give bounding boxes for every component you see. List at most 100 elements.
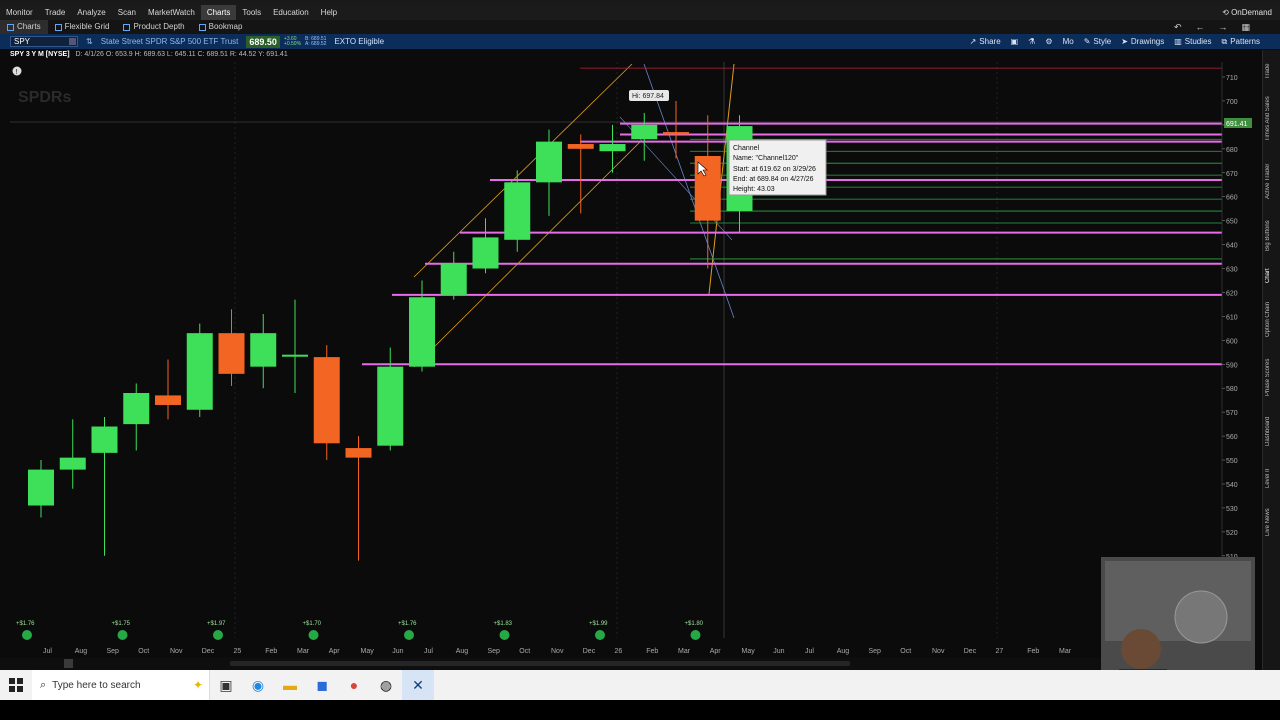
webcam-person-head bbox=[1121, 629, 1161, 669]
side-tab-phase-scores[interactable]: Phase Scores bbox=[1265, 350, 1279, 404]
nav-icons: ↶ ← → ▦ bbox=[1174, 20, 1250, 34]
menu-charts[interactable]: Charts bbox=[200, 5, 237, 20]
x-tick-label: Nov bbox=[551, 648, 564, 655]
candle-body bbox=[536, 141, 562, 183]
side-tab-option-chain[interactable]: Option Chain bbox=[1265, 292, 1279, 346]
depth-icon bbox=[123, 23, 131, 31]
candles bbox=[28, 100, 753, 561]
share-button[interactable]: ↗ Share bbox=[970, 37, 1001, 46]
symbol-ticker: SPY bbox=[14, 37, 31, 46]
dividend-icon bbox=[22, 630, 32, 640]
patterns-button[interactable]: ⧉ Patterns bbox=[1221, 37, 1260, 47]
dividend-icon bbox=[690, 630, 701, 640]
side-tab-dashboard[interactable]: Dashboard bbox=[1265, 408, 1279, 454]
studies-icon: ▥ bbox=[1174, 37, 1182, 46]
bid-ask-block: B: 689.51 A: 689.52 bbox=[305, 36, 326, 47]
menu-scan[interactable]: Scan bbox=[112, 5, 142, 20]
thinkorswim-icon[interactable]: ✕ bbox=[402, 670, 434, 700]
subtab-charts[interactable]: Charts bbox=[0, 20, 48, 34]
forward-icon[interactable]: → bbox=[1218, 22, 1227, 32]
studies-label: Studies bbox=[1184, 37, 1212, 46]
subtab-product-depth[interactable]: Product Depth bbox=[116, 20, 191, 34]
grid-icon bbox=[54, 23, 62, 31]
y-tick-label: 700 bbox=[1226, 99, 1238, 106]
symbol-description: State Street SPDR S&P 500 ETF Trust bbox=[100, 37, 239, 46]
x-tick-label: Jul bbox=[43, 648, 52, 655]
patterns-icon: ⧉ bbox=[1221, 36, 1228, 46]
obs-icon[interactable]: ◍ bbox=[370, 670, 402, 700]
x-tick-label: Nov bbox=[170, 648, 183, 655]
y-tick-label: 710 bbox=[1226, 75, 1238, 82]
price-chart[interactable]: SPDRs 5105205305405505605705805906006106… bbox=[0, 62, 1255, 658]
subtab-flexible-grid[interactable]: Flexible Grid bbox=[48, 20, 117, 34]
chart-scrollbar[interactable] bbox=[0, 658, 1255, 670]
symbol-input[interactable]: SPY bbox=[10, 36, 78, 47]
aggregation-button[interactable]: Mo bbox=[1063, 37, 1074, 46]
ondemand-button[interactable]: ⟲ OnDemand bbox=[1222, 5, 1272, 20]
candle-body bbox=[218, 333, 245, 374]
flask-icon[interactable]: ⚗ bbox=[1028, 37, 1035, 46]
candle-body bbox=[313, 357, 340, 444]
save-icon[interactable]: ▣ bbox=[1011, 37, 1019, 46]
studies-button[interactable]: ▥ Studies bbox=[1174, 37, 1211, 46]
y-tick-label: 560 bbox=[1226, 434, 1238, 441]
x-tick-label: Feb bbox=[265, 648, 277, 655]
menu-monitor[interactable]: Monitor bbox=[0, 5, 39, 20]
exto-eligible: EXTO Eligible bbox=[334, 37, 385, 46]
menu-trade[interactable]: Trade bbox=[39, 5, 72, 20]
spdrs-watermark: SPDRs bbox=[18, 89, 71, 106]
menu-marketwatch[interactable]: MarketWatch bbox=[142, 5, 201, 20]
side-tab-active-trader[interactable]: Active Trader bbox=[1265, 154, 1279, 208]
undo-icon[interactable]: ↶ bbox=[1174, 22, 1182, 33]
store-icon[interactable]: ◼ bbox=[306, 670, 338, 700]
side-tab-big-buttons[interactable]: Big Buttons bbox=[1265, 212, 1279, 260]
menu-help[interactable]: Help bbox=[315, 5, 343, 20]
task-view-icon[interactable]: ▣ bbox=[210, 670, 242, 700]
menu-analyze[interactable]: Analyze bbox=[71, 5, 111, 20]
y-tick-label: 670 bbox=[1226, 171, 1238, 178]
y-tick-label: 530 bbox=[1226, 506, 1238, 513]
scroll-thumb[interactable] bbox=[230, 661, 850, 666]
dividend-label: +$1.83 bbox=[494, 621, 513, 627]
candle-body bbox=[567, 144, 594, 149]
drawings-button[interactable]: ➤ Drawings bbox=[1121, 37, 1164, 46]
x-tick-label: Feb bbox=[646, 648, 658, 655]
side-tab-level-ii[interactable]: Level II bbox=[1265, 458, 1279, 498]
y-tick-label: 620 bbox=[1226, 290, 1238, 297]
x-tick-label: Jun bbox=[392, 648, 403, 655]
menu-tools[interactable]: Tools bbox=[236, 5, 267, 20]
x-tick-label: Nov bbox=[932, 648, 945, 655]
back-icon[interactable]: ← bbox=[1195, 22, 1204, 32]
dividend-label: +$1.76 bbox=[398, 621, 417, 627]
candle-body bbox=[377, 366, 404, 446]
alert-icon[interactable]: ! bbox=[12, 66, 22, 77]
taskbar-search[interactable]: ⌕ Type here to search ✦ bbox=[32, 670, 210, 700]
y-tick-label: 520 bbox=[1226, 530, 1238, 537]
y-tick-label: 610 bbox=[1226, 314, 1238, 321]
x-tick-label: 25 bbox=[234, 648, 242, 655]
scroll-left-button[interactable] bbox=[64, 659, 73, 668]
start-button[interactable] bbox=[0, 670, 32, 700]
side-tab-chart[interactable]: Chart bbox=[1265, 264, 1279, 288]
chevron-down-icon[interactable] bbox=[69, 38, 76, 45]
subtab-bookmap[interactable]: Bookmap bbox=[192, 20, 250, 34]
side-tab-live-news[interactable]: Live News bbox=[1265, 502, 1279, 542]
main-menu: Monitor Trade Analyze Scan MarketWatch C… bbox=[0, 5, 1280, 20]
horizontal-lines bbox=[362, 67, 1222, 366]
style-button[interactable]: ✎ Style bbox=[1084, 37, 1112, 46]
link-icon[interactable]: ⇅ bbox=[86, 37, 93, 46]
search-highlight-icon: ✦ bbox=[192, 678, 203, 692]
edge-icon[interactable]: ◉ bbox=[242, 670, 274, 700]
menu-education[interactable]: Education bbox=[267, 5, 315, 20]
chrome-icon[interactable]: ● bbox=[338, 670, 370, 700]
x-tick-label: Aug bbox=[837, 648, 850, 655]
style-label: Style bbox=[1093, 37, 1112, 46]
side-tab-times-sales[interactable]: Times And Sales bbox=[1265, 88, 1279, 150]
layout-icon[interactable]: ▦ bbox=[1241, 22, 1250, 33]
file-explorer-icon[interactable]: ▬ bbox=[274, 670, 306, 700]
side-tab-trade[interactable]: Trade bbox=[1265, 56, 1279, 86]
charts-subtabs: Charts Flexible Grid Product Depth Bookm… bbox=[0, 20, 1280, 34]
dividend-icon bbox=[117, 630, 128, 640]
gear-icon[interactable]: ⚙ bbox=[1045, 37, 1052, 46]
spdrs-logo: SPDRs bbox=[18, 89, 71, 106]
